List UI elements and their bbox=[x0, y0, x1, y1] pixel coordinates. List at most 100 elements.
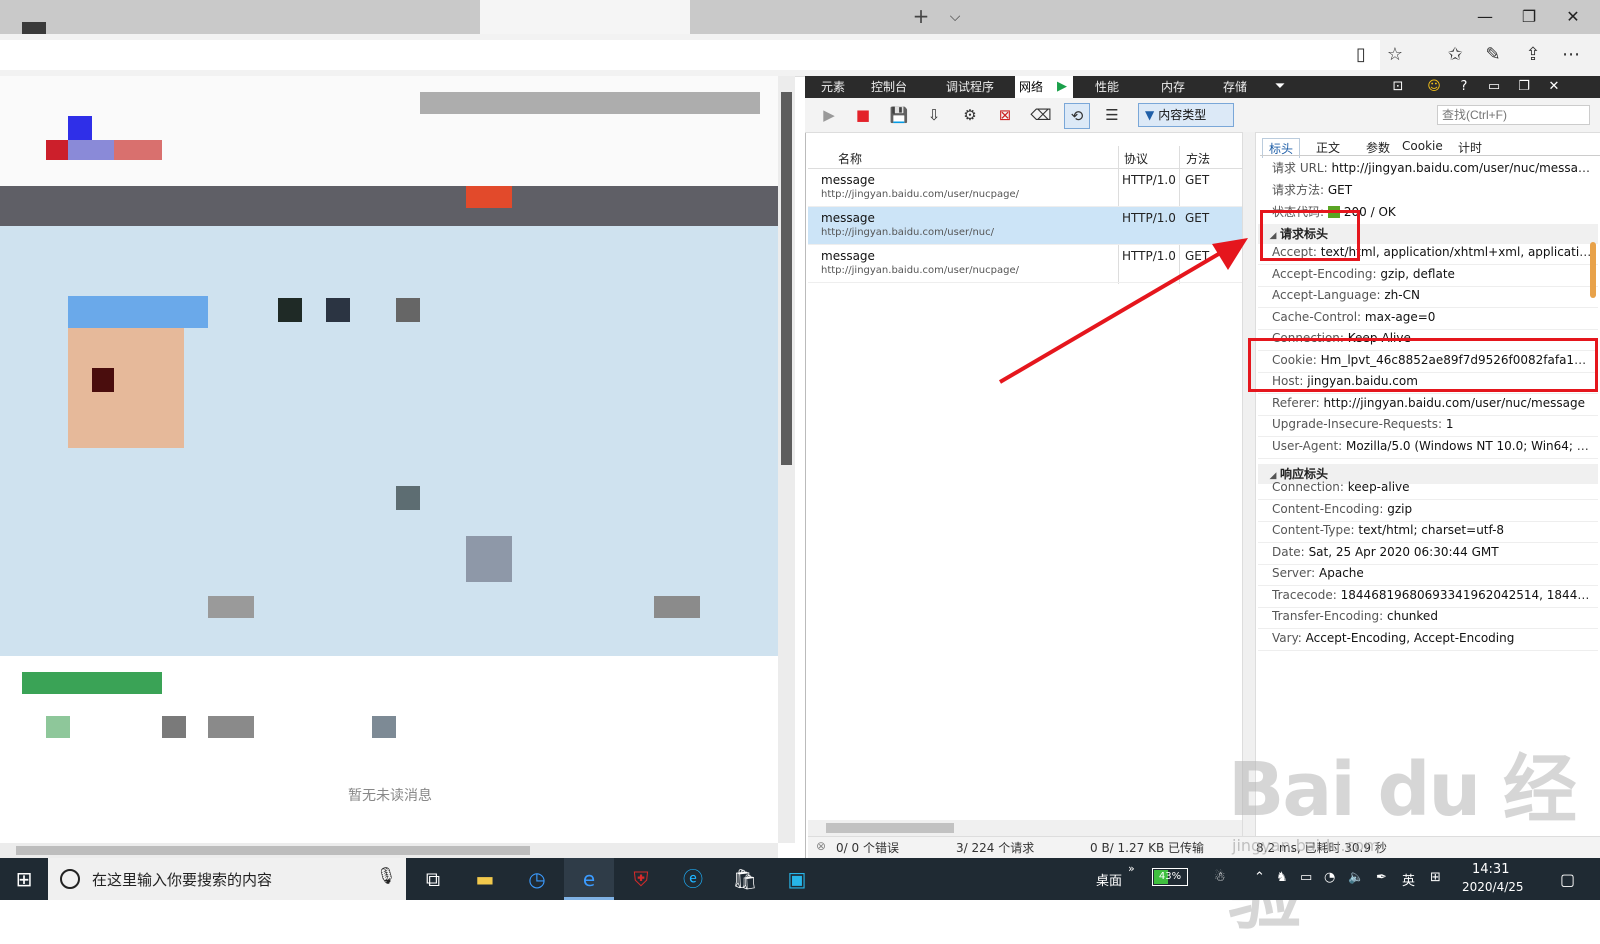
column-name-header[interactable]: 名称 bbox=[838, 150, 862, 167]
clock-date[interactable]: 2020/4/25 bbox=[1462, 880, 1524, 894]
row-divider bbox=[1258, 606, 1598, 608]
header-row: Accept-Language: zh-CN bbox=[1272, 288, 1592, 302]
row-divider bbox=[1258, 457, 1598, 459]
undock-icon[interactable]: ❐ bbox=[1513, 76, 1535, 98]
tab-storage[interactable]: 存储 bbox=[1219, 76, 1251, 98]
file-explorer-icon[interactable]: ▬ bbox=[460, 858, 510, 900]
request-row[interactable]: message http://jingyan.baidu.com/user/nu… bbox=[808, 169, 1242, 207]
header-value: GET bbox=[1327, 183, 1353, 197]
favorite-star-icon[interactable]: ☆ bbox=[1380, 40, 1410, 70]
ime-grid-icon[interactable]: ⊞ bbox=[1430, 870, 1441, 885]
request-name: message bbox=[821, 249, 875, 263]
devtools-tab-bar: 元素 控制台 调试程序 网络 ▶ 性能 内存 存储 ⏷ ⊡ ☺ ? ▭ ❐ ✕ bbox=[805, 76, 1600, 98]
request-method: GET bbox=[1185, 211, 1210, 225]
tab-cookies[interactable]: Cookie bbox=[1396, 138, 1449, 154]
import-har-icon[interactable]: ⇩ bbox=[922, 103, 946, 127]
header-row: Cache-Control: max-age=0 bbox=[1272, 310, 1592, 324]
maximize-button[interactable]: ❐ bbox=[1506, 0, 1552, 34]
pen-icon[interactable]: ✒ bbox=[1376, 870, 1387, 885]
header-value: gzip, deflate bbox=[1380, 266, 1455, 281]
tab-elements[interactable]: 元素 bbox=[817, 76, 849, 98]
more-icon[interactable]: ⋯ bbox=[1556, 40, 1586, 70]
close-window-button[interactable]: ✕ bbox=[1550, 0, 1596, 34]
header-value: 18446819680693341962042514, 1844681968..… bbox=[1340, 587, 1592, 602]
general-url-row: 请求 URL: http://jingyan.baidu.com/user/nu… bbox=[1272, 159, 1592, 176]
store-icon[interactable]: 🛍 bbox=[720, 858, 770, 900]
ie-browser-icon[interactable]: ⓔ bbox=[668, 858, 718, 900]
tray-expand-chevron-icon[interactable]: ⌃ bbox=[1254, 870, 1265, 885]
help-icon[interactable]: ? bbox=[1453, 76, 1475, 98]
task-view-icon[interactable]: ⧉ bbox=[408, 858, 458, 900]
start-windows-icon[interactable]: ⊞ bbox=[0, 858, 48, 900]
header-row: User-Agent: Mozilla/5.0 (Windows NT 10.0… bbox=[1272, 439, 1592, 453]
pixel-block bbox=[372, 716, 396, 738]
content-type-filter[interactable]: ▼ 内容类型 bbox=[1138, 103, 1234, 127]
start-profiling-play-icon[interactable]: ▶ bbox=[817, 103, 841, 127]
stop-recording-icon[interactable]: ■ bbox=[851, 103, 875, 127]
pen-notes-icon[interactable]: ✎ bbox=[1478, 40, 1508, 70]
request-url: http://jingyan.baidu.com/user/nucpage/ bbox=[821, 189, 1019, 200]
clear-cache-icon[interactable]: ⌫ bbox=[1029, 103, 1053, 127]
mcafee-icon[interactable]: ⛨ bbox=[616, 858, 666, 900]
details-scroll-thumb[interactable] bbox=[1590, 242, 1596, 298]
request-list-scroll-thumb[interactable] bbox=[826, 823, 954, 833]
row-divider bbox=[1258, 628, 1598, 629]
request-url: http://jingyan.baidu.com/user/nuc/ bbox=[821, 227, 995, 238]
header-key: 请求方法: bbox=[1272, 183, 1325, 197]
edge-browser-icon[interactable]: e bbox=[564, 858, 614, 900]
input-language-indicator[interactable]: 英 bbox=[1402, 870, 1415, 889]
tab-memory[interactable]: 内存 bbox=[1157, 76, 1189, 98]
request-method: GET bbox=[1185, 173, 1210, 187]
feedback-smiley-icon[interactable]: ☺ bbox=[1423, 76, 1445, 98]
find-input[interactable] bbox=[1437, 105, 1590, 125]
more-tabs-dropdown-icon[interactable]: ⏷ bbox=[1269, 76, 1291, 98]
column-protocol-header[interactable]: 协议 bbox=[1124, 150, 1148, 167]
page-horizontal-scroll-thumb[interactable] bbox=[16, 846, 530, 855]
share-icon[interactable]: ⇪ bbox=[1518, 40, 1548, 70]
clock-app-icon[interactable]: ◷ bbox=[512, 858, 562, 900]
notification-center-icon[interactable]: ▢ bbox=[1560, 870, 1575, 889]
row-divider bbox=[1258, 520, 1598, 522]
transferred-size: 0 B/ 1.27 KB 已传输 bbox=[1090, 841, 1204, 855]
wifi-icon[interactable]: ◔ bbox=[1324, 870, 1335, 885]
tab-debugger[interactable]: 调试程序 bbox=[942, 76, 998, 98]
header-key: Accept-Encoding: bbox=[1272, 266, 1377, 281]
dock-bottom-icon[interactable]: ▭ bbox=[1483, 76, 1505, 98]
favorites-list-icon[interactable]: ✩ bbox=[1440, 40, 1470, 70]
battery-tray-icon[interactable]: ▭ bbox=[1300, 870, 1312, 885]
new-tab-button[interactable]: + bbox=[910, 6, 932, 28]
minimize-button[interactable]: — bbox=[1462, 0, 1508, 34]
header-value: gzip bbox=[1387, 501, 1413, 516]
app-window-icon[interactable]: ▣ bbox=[772, 858, 822, 900]
battery-indicator[interactable]: 43% bbox=[1152, 868, 1188, 886]
tab-menu-chevron-icon[interactable]: ⌵ bbox=[944, 6, 966, 28]
always-refresh-icon[interactable]: ⟲ bbox=[1064, 103, 1090, 129]
pixel-block bbox=[22, 672, 162, 694]
tab-performance[interactable]: 性能 bbox=[1091, 76, 1123, 98]
request-name: message bbox=[821, 211, 875, 225]
desktop-toolbar-label[interactable]: 桌面 bbox=[1096, 870, 1122, 889]
tab-console[interactable]: 控制台 bbox=[867, 76, 911, 98]
people-icon[interactable]: ☃ bbox=[1214, 870, 1226, 885]
column-method-header[interactable]: 方法 bbox=[1186, 150, 1210, 167]
page-vertical-scroll-thumb[interactable] bbox=[781, 92, 792, 465]
close-devtools-icon[interactable]: ✕ bbox=[1543, 76, 1565, 98]
volume-icon[interactable]: 🔈 bbox=[1348, 870, 1364, 885]
header-row: Date: Sat, 25 Apr 2020 06:30:44 GMT bbox=[1272, 545, 1592, 559]
header-key: Vary: bbox=[1272, 630, 1302, 645]
microphone-icon[interactable]: 🎙 bbox=[376, 866, 396, 885]
tray-app-icon[interactable]: ♞ bbox=[1276, 870, 1288, 885]
list-view-icon[interactable]: ☰ bbox=[1100, 103, 1124, 127]
header-key: Cache-Control: bbox=[1272, 309, 1362, 324]
save-har-icon[interactable]: 💾 bbox=[887, 103, 911, 127]
web-page-content bbox=[0, 76, 795, 858]
watermark-url: jingyan.baidu.com bbox=[1232, 836, 1380, 855]
clock-time[interactable]: 14:31 bbox=[1472, 862, 1509, 877]
clear-session-icon[interactable]: ⚙ bbox=[958, 103, 982, 127]
reading-view-icon[interactable]: ▯ bbox=[1346, 40, 1376, 70]
clear-entries-icon[interactable]: ⊠ bbox=[993, 103, 1017, 127]
toolbar-expand-icon[interactable]: » bbox=[1128, 862, 1135, 875]
console-drawer-icon[interactable]: ⊡ bbox=[1387, 76, 1409, 98]
url-field[interactable] bbox=[0, 40, 1380, 70]
header-key: 请求 URL: bbox=[1272, 161, 1328, 175]
